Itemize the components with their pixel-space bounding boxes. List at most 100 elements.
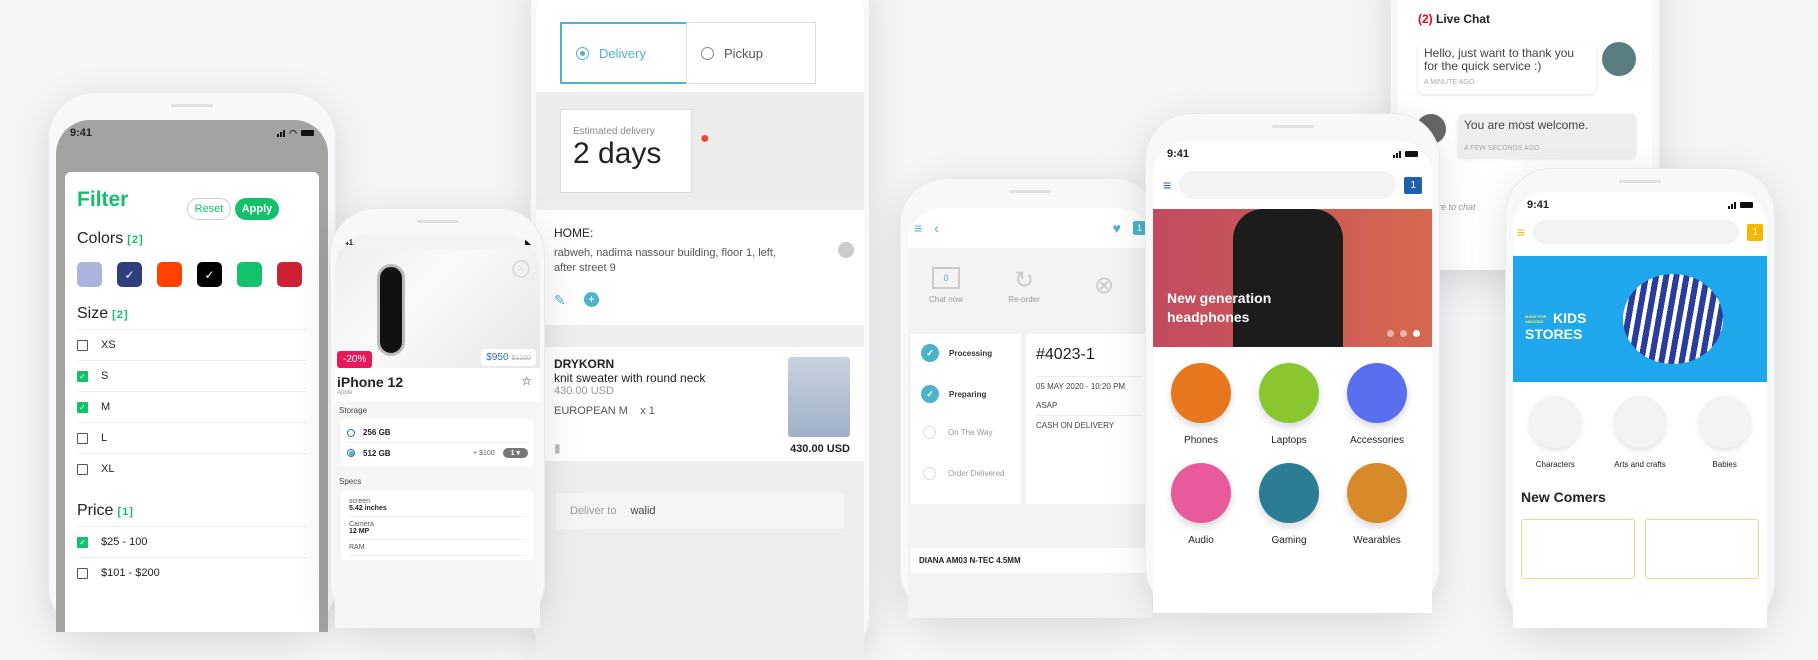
message-time: A FEW SECONDS AGO <box>1464 145 1540 152</box>
spec-key: RAM <box>349 544 365 551</box>
cart-icon[interactable]: 1 <box>1404 176 1422 194</box>
kids-phone: 9:41 ≡ 1 MADE FOR AMAZING KIDS STORES Ch… <box>1505 168 1775 628</box>
menu-icon[interactable]: ≡ <box>914 220 922 236</box>
category-item[interactable]: Wearables <box>1342 463 1412 546</box>
cart-icon[interactable]: 1 <box>1747 223 1763 241</box>
kids-category[interactable]: Characters <box>1520 396 1590 469</box>
old-price: $1220 <box>511 355 531 362</box>
banner-kids-text: KIDS <box>1553 310 1587 326</box>
checkbox[interactable]: ✓ <box>77 370 88 382</box>
chat-now-label: Chat now <box>929 294 963 304</box>
add-address-icon[interactable]: + <box>584 292 599 307</box>
status-time: 9:41 <box>1167 148 1190 160</box>
checkbox[interactable] <box>77 339 88 351</box>
category-item[interactable]: Gaming <box>1254 463 1324 546</box>
quantity-dropdown[interactable]: 1 ▾ <box>502 448 528 458</box>
color-swatch[interactable] <box>77 262 102 287</box>
kids-category[interactable]: Babies <box>1690 396 1760 469</box>
checkbox-row[interactable]: ✓ $25 - 100 <box>77 526 307 557</box>
checkbox-label: $25 - 100 <box>101 536 148 548</box>
status-icons: ◠ <box>277 128 314 139</box>
checkbox-row[interactable]: ✓ S <box>77 360 307 391</box>
checkbox[interactable] <box>77 432 88 444</box>
order-phone: ≡ ‹ ♥ 1 0 Chat now ↻ Re-order ⊗ ✓ Processing… <box>900 178 1160 618</box>
status-bar: 9:41 <box>335 234 540 250</box>
carousel-dots[interactable] <box>1387 330 1420 337</box>
checkbox-label: L <box>101 432 108 444</box>
checkbox-row[interactable]: XS <box>77 329 307 360</box>
cancel-icon: ⊗ <box>1093 271 1115 299</box>
section-title: New Comers <box>1521 489 1606 505</box>
color-swatch[interactable]: ✓ <box>117 262 142 287</box>
deliver-to-field[interactable]: Deliver to walid <box>556 493 844 529</box>
menu-icon[interactable]: ≡ <box>1163 177 1171 193</box>
spec-row: Camera 12 MP <box>349 517 526 540</box>
apply-button[interactable]: Apply <box>235 198 279 220</box>
signal-icon <box>277 129 286 137</box>
category-item[interactable]: Accessories <box>1342 363 1412 446</box>
category-label: Gaming <box>1271 535 1307 546</box>
category-item[interactable]: Audio <box>1166 463 1236 546</box>
checkbox-row[interactable]: $101 - $200 <box>77 557 307 588</box>
order-header: ≡ ‹ ♥ 1 <box>908 208 1152 248</box>
storage-label: 512 GB <box>363 448 391 458</box>
map-pin-icon: ● <box>700 130 710 147</box>
delivery-screen: Delivery Pickup Estimated delivery 2 day… <box>536 0 864 660</box>
kids-category-image <box>1613 396 1666 448</box>
price-heading: Price [1] <box>77 502 307 520</box>
product-screen: 9:41 × -20% $950 $1220 iPhone 12 Apple ☆ … <box>335 234 540 628</box>
search-input[interactable] <box>1179 171 1397 199</box>
menu-icon[interactable]: ≡ <box>1517 224 1525 240</box>
color-swatch[interactable] <box>277 262 302 287</box>
kids-category[interactable]: Arts and crafts <box>1605 396 1675 469</box>
product-card[interactable] <box>1645 519 1759 579</box>
checkbox[interactable]: ✓ <box>77 401 88 413</box>
product-phone: 9:41 × -20% $950 $1220 iPhone 12 Apple ☆ … <box>330 208 545 628</box>
category-label: Wearables <box>1353 535 1401 546</box>
kids-category-image <box>1698 396 1751 448</box>
color-swatch[interactable]: ✓ <box>197 262 222 287</box>
checkbox[interactable] <box>77 463 88 475</box>
checkbox[interactable]: ✓ <box>77 536 88 548</box>
reorder-button[interactable]: ↻ Re-order <box>984 266 1064 304</box>
storage-option[interactable]: 256 GB <box>347 423 528 442</box>
category-item[interactable]: Laptops <box>1254 363 1324 446</box>
kids-banner[interactable]: MADE FOR AMAZING KIDS STORES <box>1513 256 1767 382</box>
order-info: #4023-1 05 MAY 2020 - 10:20 PM ASAP CASH… <box>1026 334 1152 504</box>
delete-icon[interactable]: ▮ <box>554 441 561 455</box>
color-swatch[interactable] <box>237 262 262 287</box>
size-list: XS ✓ S ✓ M L XL <box>77 329 307 484</box>
cancel-order-button[interactable]: ⊗ <box>1064 271 1144 300</box>
storage-radio[interactable] <box>347 428 355 437</box>
color-swatch[interactable] <box>157 262 182 287</box>
checkbox[interactable] <box>77 567 88 579</box>
cart-item: DRYKORN knit sweater with round neck 430… <box>536 347 864 461</box>
pickup-option[interactable]: Pickup <box>686 22 816 84</box>
price: $950 <box>486 352 509 363</box>
chat-icon: 0 <box>932 266 960 289</box>
category-image <box>1259 463 1319 523</box>
category-image <box>1347 363 1407 423</box>
checkbox-row[interactable]: ✓ M <box>77 391 307 422</box>
promo-banner[interactable]: New generation headphones <box>1153 209 1432 347</box>
chat-message-outgoing: You are most welcome. A FEW SECONDS AGO <box>1458 114 1636 158</box>
delivery-option[interactable]: Delivery <box>560 22 690 84</box>
heart-icon[interactable]: ♥ <box>1113 220 1121 236</box>
close-icon[interactable]: × <box>512 260 530 278</box>
storage-option[interactable]: 512 GB + $100 1 ▾ <box>347 442 528 463</box>
product-card[interactable] <box>1521 519 1635 579</box>
checkbox-row[interactable]: L <box>77 422 307 453</box>
expand-icon[interactable] <box>838 242 854 258</box>
back-icon[interactable]: ‹ <box>934 220 939 236</box>
order-step: On The Way <box>921 426 992 439</box>
edit-icon[interactable]: ✎ <box>554 292 566 309</box>
storage-radio[interactable] <box>347 449 355 457</box>
checkbox-row[interactable]: XL <box>77 453 307 484</box>
favorite-star-icon[interactable]: ☆ <box>521 374 532 388</box>
search-bar-row: ≡ 1 <box>1153 167 1432 203</box>
chat-now-button[interactable]: 0 Chat now <box>908 266 984 304</box>
reset-button[interactable]: Reset <box>187 198 231 220</box>
category-item[interactable]: Phones <box>1166 363 1236 446</box>
storage-label: 256 GB <box>363 428 391 437</box>
search-input[interactable] <box>1533 220 1740 244</box>
